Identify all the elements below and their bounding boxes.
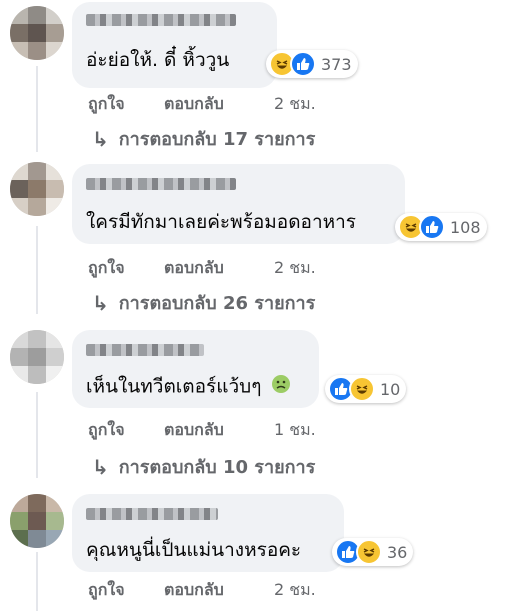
timestamp[interactable]: 2 ชม.	[274, 92, 316, 117]
reaction-count: 36	[387, 542, 408, 562]
comment-bubble: คุณหนูนี่เป็นแม่นางหรอคะ	[72, 494, 344, 572]
avatar[interactable]	[10, 494, 64, 548]
reaction-count: 373	[321, 54, 352, 74]
timestamp[interactable]: 2 ชม.	[274, 256, 316, 281]
replies-count-label: การตอบกลับ 17 รายการ	[118, 129, 316, 150]
reaction-summary[interactable]: 108	[395, 213, 487, 241]
thread-line	[36, 66, 38, 152]
nauseated-face-emoji-icon	[271, 374, 291, 400]
like-reaction-icon	[419, 214, 445, 240]
avatar[interactable]	[10, 6, 64, 60]
comment-bubble: เห็นในทวีตเตอร์แว้บๆ	[72, 330, 319, 408]
like-link[interactable]: ถูกใจ	[88, 418, 125, 443]
thread-line	[36, 552, 38, 611]
comment-text: อ่ะย่อให้. ดี๋ หิ้ววูน	[86, 49, 230, 71]
reaction-count: 10	[380, 379, 401, 399]
comment-bubble: อ่ะย่อให้. ดี๋ หิ้ววูน	[72, 2, 277, 88]
reaction-summary[interactable]: 373	[266, 50, 358, 78]
view-replies-link[interactable]: ↳ การตอบกลับ 26 รายการ	[92, 288, 315, 317]
author-name[interactable]	[86, 178, 236, 190]
timestamp[interactable]: 1 ชม.	[274, 418, 316, 443]
haha-reaction-icon	[349, 376, 375, 402]
thread-line	[36, 392, 38, 478]
reply-link[interactable]: ตอบกลับ	[164, 578, 224, 603]
comment-text: ใครมีทักมาเลยค่ะพร้อมอดอาหาร	[86, 211, 357, 233]
reaction-count: 108	[450, 217, 481, 237]
reply-link[interactable]: ตอบกลับ	[164, 92, 224, 117]
like-link[interactable]: ถูกใจ	[88, 578, 125, 603]
comment-text: เห็นในทวีตเตอร์แว้บๆ	[86, 374, 291, 400]
author-name[interactable]	[86, 508, 218, 520]
avatar[interactable]	[10, 162, 64, 216]
thread-line	[36, 226, 38, 314]
avatar[interactable]	[10, 330, 64, 384]
haha-reaction-icon	[356, 539, 382, 565]
replies-count-label: การตอบกลับ 10 รายการ	[118, 457, 316, 478]
reply-link[interactable]: ตอบกลับ	[164, 418, 224, 443]
reply-arrow-icon: ↳	[92, 126, 109, 151]
comment-text: คุณหนูนี่เป็นแม่นางหรอคะ	[86, 539, 302, 561]
replies-count-label: การตอบกลับ 26 รายการ	[118, 293, 316, 314]
author-name[interactable]	[86, 344, 204, 356]
like-link[interactable]: ถูกใจ	[88, 256, 125, 281]
like-reaction-icon	[290, 51, 316, 77]
reply-arrow-icon: ↳	[92, 454, 109, 479]
timestamp[interactable]: 2 ชม.	[274, 578, 316, 603]
reaction-summary[interactable]: 10	[325, 375, 407, 403]
view-replies-link[interactable]: ↳ การตอบกลับ 17 รายการ	[92, 124, 315, 153]
like-link[interactable]: ถูกใจ	[88, 92, 125, 117]
view-replies-link[interactable]: ↳ การตอบกลับ 10 รายการ	[92, 452, 315, 481]
author-name[interactable]	[86, 14, 236, 26]
reply-arrow-icon: ↳	[92, 290, 109, 315]
comment-bubble: ใครมีทักมาเลยค่ะพร้อมอดอาหาร	[72, 164, 405, 244]
reply-link[interactable]: ตอบกลับ	[164, 256, 224, 281]
reaction-summary[interactable]: 36	[332, 538, 414, 566]
